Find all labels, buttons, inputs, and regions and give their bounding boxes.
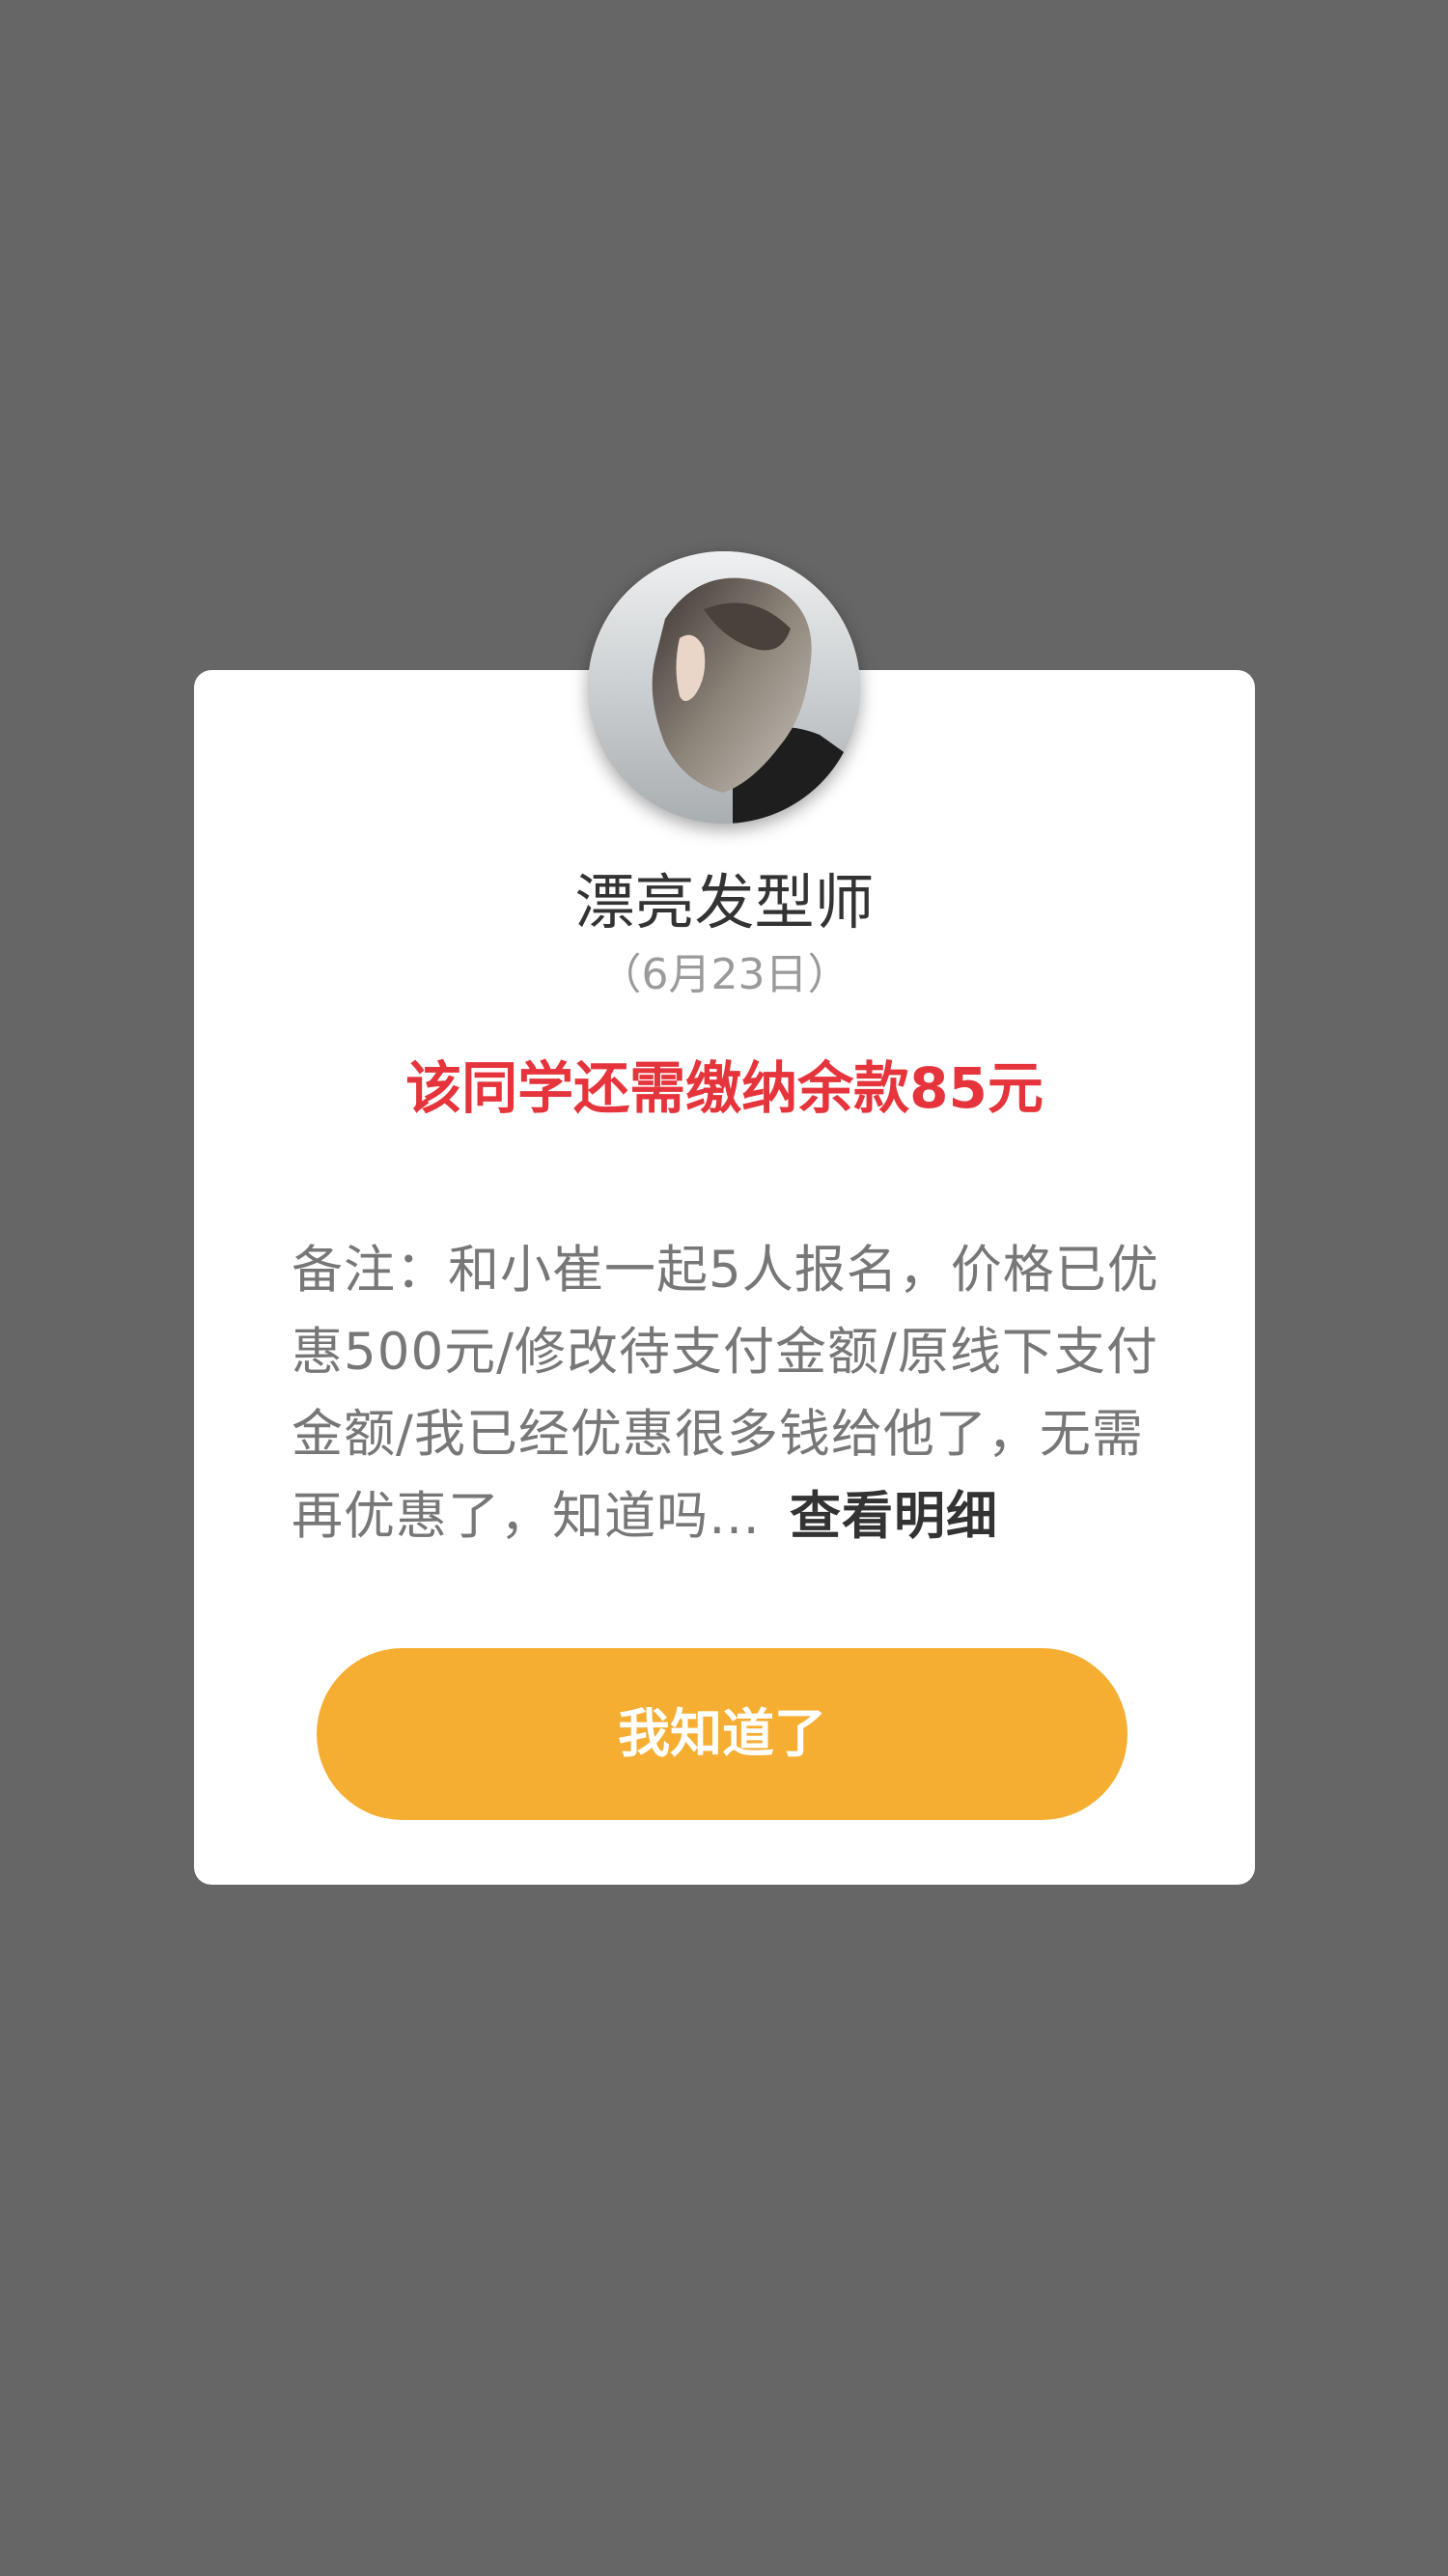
stylist-name: 漂亮发型师 bbox=[574, 867, 875, 938]
view-details-link[interactable]: 查看明细 bbox=[790, 1487, 998, 1546]
remark-content: 备注：和小崔一起5人报名，价格已优惠500元/修改待支付金额/原线下支付金额/我… bbox=[292, 1241, 1159, 1546]
avatar bbox=[588, 551, 860, 824]
balance-notice: 该同学还需缴纳余款85元 bbox=[405, 1055, 1044, 1121]
avatar-photo-icon bbox=[588, 551, 860, 824]
confirm-button[interactable]: 我知道了 bbox=[317, 1648, 1128, 1820]
remark-text: 备注：和小崔一起5人报名，价格已优惠500元/修改待支付金额/原线下支付金额/我… bbox=[292, 1229, 1160, 1557]
date-label: （6月23日） bbox=[599, 950, 850, 999]
modal-overlay: 漂亮发型师 （6月23日） 该同学还需缴纳余款85元 备注：和小崔一起5人报名，… bbox=[0, 0, 1448, 2576]
